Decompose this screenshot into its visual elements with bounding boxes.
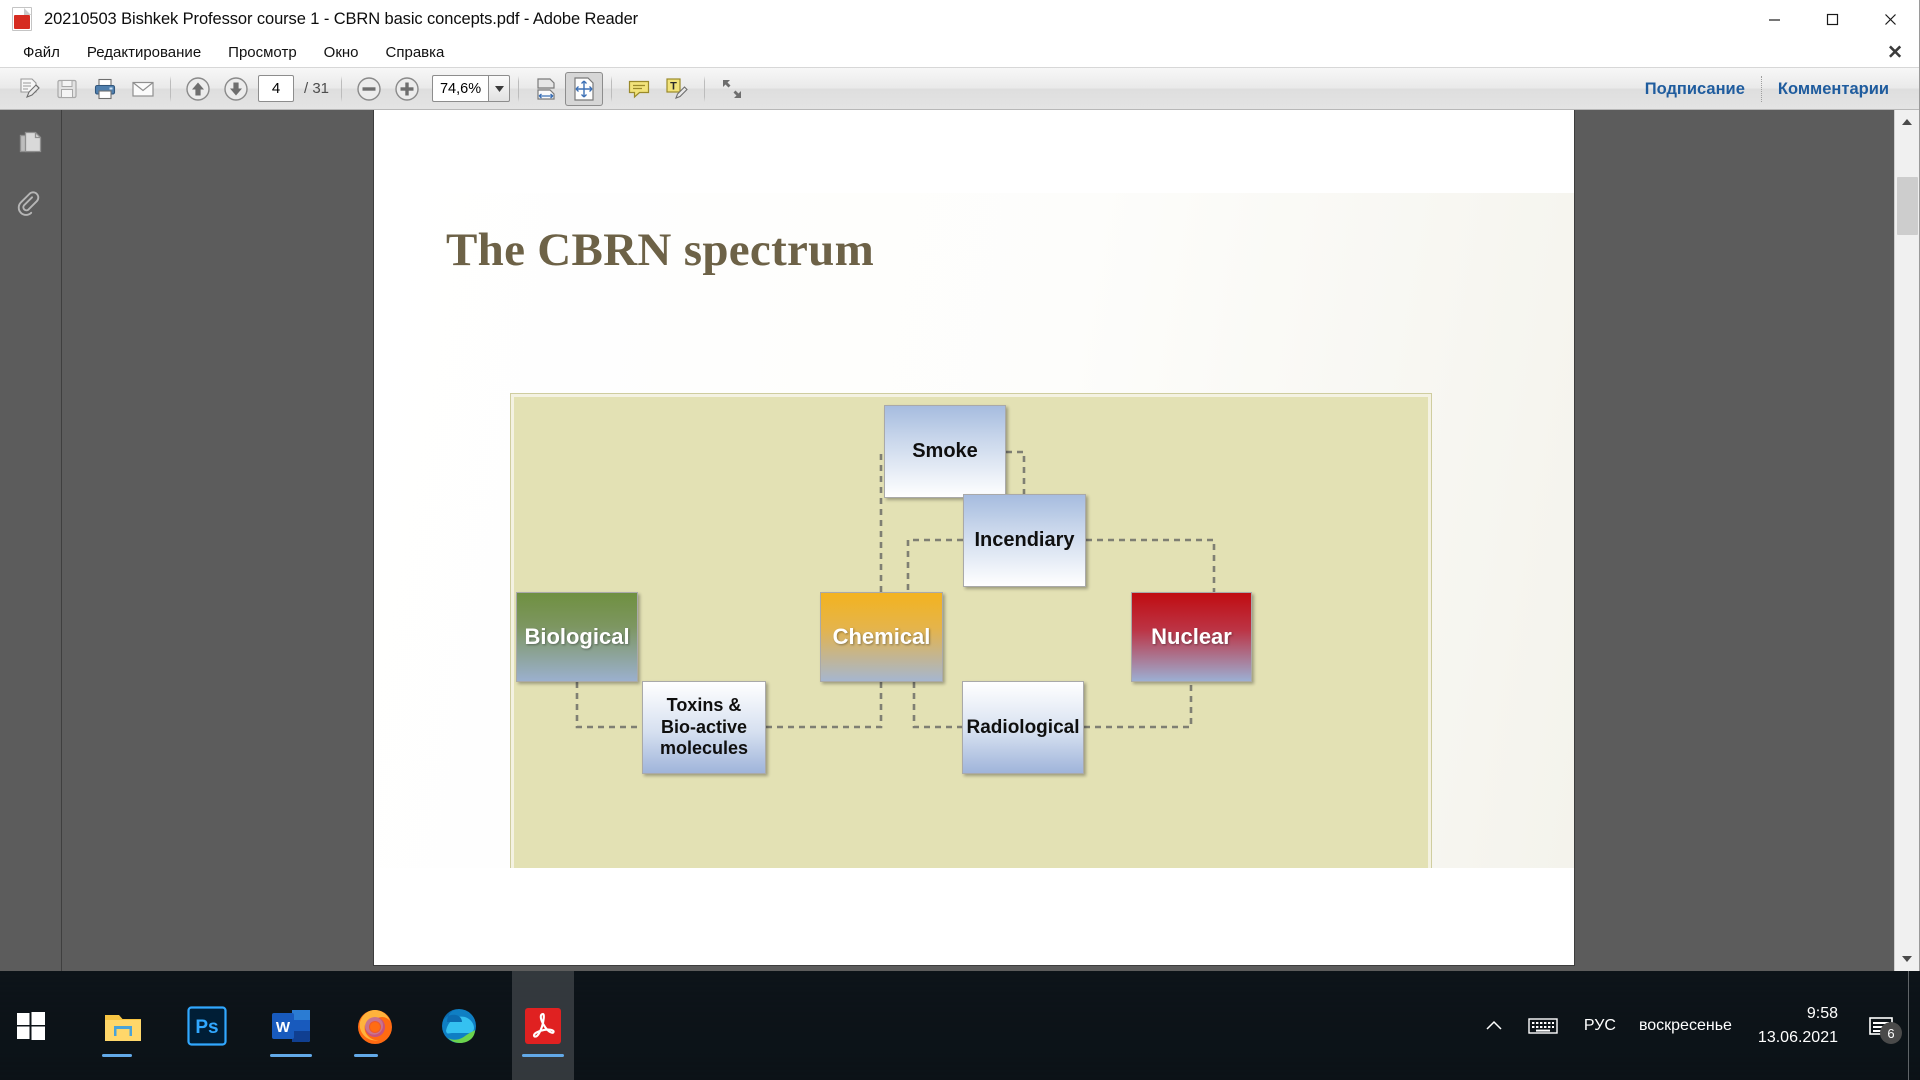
chevron-down-icon[interactable] xyxy=(488,75,511,102)
node-radiological[interactable]: Radiological xyxy=(962,681,1084,774)
printer-icon[interactable] xyxy=(86,72,124,106)
taskbar-item-file-explorer[interactable] xyxy=(92,971,154,1080)
close-icon[interactable] xyxy=(1861,0,1919,38)
node-chemical[interactable]: Chemical xyxy=(820,592,943,682)
text-highlight-icon[interactable]: T xyxy=(658,72,696,106)
language-label: РУС xyxy=(1583,1016,1616,1034)
expand-arrows-icon[interactable] xyxy=(713,72,751,106)
taskbar-running-indicator xyxy=(522,1054,564,1057)
fit-width-icon[interactable] xyxy=(527,72,565,106)
node-biological[interactable]: Biological xyxy=(516,592,638,682)
node-smoke[interactable]: Smoke xyxy=(884,405,1006,498)
toolbar-right-actions: Подписание Комментарии xyxy=(1629,68,1919,110)
date-label: 13.06.2021 xyxy=(1757,1028,1838,1046)
slide-canvas: The CBRN spectrum Smoke Incendiary Biolo… xyxy=(374,193,1574,868)
node-nuclear[interactable]: Nuclear xyxy=(1131,592,1252,682)
title-bar[interactable]: 20210503 Bishkek Professor course 1 - CB… xyxy=(0,0,1919,38)
navigation-pane xyxy=(0,110,62,971)
toolbar-view-group xyxy=(713,72,751,106)
adobe-reader-window: 20210503 Bishkek Professor course 1 - CB… xyxy=(0,0,1920,971)
language-indicator[interactable]: РУС xyxy=(1571,971,1629,1080)
toolbar-separator xyxy=(341,75,343,102)
scroll-down-icon[interactable] xyxy=(1895,946,1920,971)
paperclip-icon[interactable] xyxy=(10,186,52,226)
toolbar-zoom-group: 74,6% xyxy=(350,72,511,106)
taskbar-running-indicator xyxy=(270,1054,312,1057)
fit-page-icon[interactable] xyxy=(565,71,604,106)
page-number-input[interactable]: 4 xyxy=(258,75,294,102)
system-tray: РУС воскресенье 9:58 13.06.2021 6 xyxy=(1473,971,1920,1080)
toolbar-fit-group xyxy=(527,71,604,106)
sign-button[interactable]: Подписание xyxy=(1629,80,1761,99)
scrollbar-thumb[interactable] xyxy=(1896,177,1918,235)
page-title: The CBRN spectrum xyxy=(446,224,875,276)
toolbar-comment-group: T xyxy=(620,72,696,106)
menu-bar: Файл Редактирование Просмотр Окно Справк… xyxy=(0,38,1919,68)
clock-area[interactable]: воскресенье 9:58 13.06.2021 xyxy=(1629,971,1854,1080)
menu-item-edit[interactable]: Редактирование xyxy=(78,41,210,64)
page-total-label: / 31 xyxy=(304,80,330,97)
menu-item-help[interactable]: Справка xyxy=(377,41,454,64)
windows-logo-icon[interactable] xyxy=(0,971,62,1080)
toolbar-file-group xyxy=(10,72,162,106)
document-pen-icon[interactable] xyxy=(10,72,48,106)
taskbar-running-indicator xyxy=(354,1054,378,1057)
zoom-level-input[interactable]: 74,6% xyxy=(432,75,489,102)
speech-bubble-icon[interactable] xyxy=(620,72,658,106)
taskbar-running-indicator xyxy=(102,1054,132,1057)
toolbar-separator xyxy=(611,75,613,102)
toolbar-separator xyxy=(518,75,520,102)
pdf-document-icon xyxy=(12,7,34,31)
pages-icon[interactable] xyxy=(10,124,52,164)
time-label: 9:58 xyxy=(1806,1005,1838,1023)
notification-badge: 6 xyxy=(1880,1022,1902,1044)
taskbar-item-adobe-reader[interactable] xyxy=(512,971,574,1080)
arrow-up-circle-icon[interactable] xyxy=(179,72,217,106)
toolbar-separator xyxy=(704,75,706,102)
clock[interactable]: 9:58 13.06.2021 xyxy=(1742,971,1854,1080)
keyboard-icon[interactable] xyxy=(1515,971,1571,1080)
vertical-scrollbar[interactable] xyxy=(1894,110,1919,971)
svg-text:T: T xyxy=(670,80,677,92)
chevron-up-icon[interactable] xyxy=(1473,971,1515,1080)
svg-text:Ps: Ps xyxy=(195,1017,218,1038)
toolbar-separator xyxy=(170,75,171,102)
taskbar-item-word[interactable]: W xyxy=(260,971,322,1080)
minus-circle-icon[interactable] xyxy=(350,72,388,106)
taskbar-item-firefox[interactable] xyxy=(344,971,406,1080)
node-toxins[interactable]: Toxins & Bio-active molecules xyxy=(642,681,766,774)
minimize-icon[interactable] xyxy=(1745,0,1803,38)
show-desktop-button[interactable] xyxy=(1908,971,1916,1080)
envelope-icon[interactable] xyxy=(124,72,162,106)
arrow-down-circle-icon[interactable] xyxy=(217,72,255,106)
day-label: воскресенье xyxy=(1638,1016,1732,1034)
close-document-icon[interactable]: ✕ xyxy=(1887,43,1903,62)
cbrn-spectrum-diagram: Smoke Incendiary Biological Chemical Nuc… xyxy=(511,394,1431,868)
document-viewer[interactable]: The CBRN spectrum Smoke Incendiary Biolo… xyxy=(62,110,1919,971)
comments-button[interactable]: Комментарии xyxy=(1762,80,1905,99)
menu-item-file[interactable]: Файл xyxy=(14,41,69,64)
window-body: The CBRN spectrum Smoke Incendiary Biolo… xyxy=(0,110,1919,971)
floppy-disk-icon[interactable] xyxy=(48,72,86,106)
notification-icon[interactable]: 6 xyxy=(1854,971,1908,1080)
menu-item-view[interactable]: Просмотр xyxy=(219,41,306,64)
scroll-up-icon[interactable] xyxy=(1895,110,1920,135)
svg-text:W: W xyxy=(276,1019,291,1036)
plus-circle-icon[interactable] xyxy=(388,72,426,106)
window-controls xyxy=(1745,0,1919,38)
scrollbar-track[interactable] xyxy=(1895,135,1920,946)
pdf-page: The CBRN spectrum Smoke Incendiary Biolo… xyxy=(374,110,1574,965)
window-title: 20210503 Bishkek Professor course 1 - CB… xyxy=(44,9,639,28)
taskbar-item-edge[interactable] xyxy=(428,971,490,1080)
menu-item-window[interactable]: Окно xyxy=(315,41,368,64)
node-incendiary[interactable]: Incendiary xyxy=(963,494,1086,587)
toolbar-navigation-group: 4 / 31 xyxy=(179,72,333,106)
toolbar: 4 / 31 74,6% T Подписание Комментарии xyxy=(0,68,1919,110)
maximize-icon[interactable] xyxy=(1803,0,1861,38)
taskbar-item-photoshop[interactable]: Ps xyxy=(176,971,238,1080)
taskbar: Ps W РУС воскресенье 9:58 13.06.2021 6 xyxy=(0,971,1920,1080)
